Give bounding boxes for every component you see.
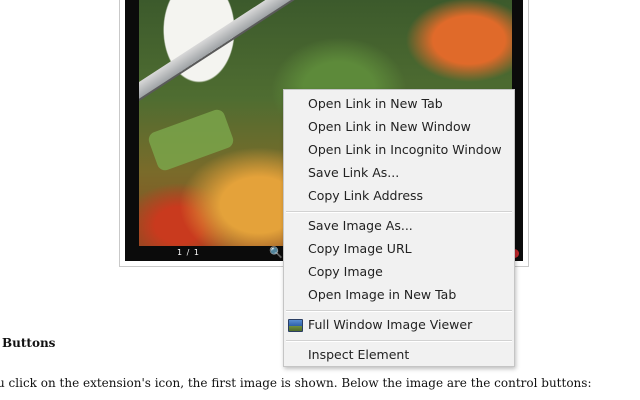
image-viewer-icon bbox=[288, 319, 303, 332]
menu-item-open-link-new-tab[interactable]: Open Link in New Tab bbox=[308, 94, 443, 114]
section-heading: Buttons bbox=[2, 336, 56, 350]
menu-item-copy-link-address[interactable]: Copy Link Address bbox=[308, 186, 423, 206]
body-paragraph: u click on the extension's icon, the fir… bbox=[0, 376, 592, 390]
menu-item-copy-image[interactable]: Copy Image bbox=[308, 262, 383, 282]
menu-item-open-link-incognito[interactable]: Open Link in Incognito Window bbox=[308, 140, 502, 160]
context-menu: Open Link in New Tab Open Link in New Wi… bbox=[283, 89, 515, 367]
magnifier-icon[interactable]: 🔍 bbox=[269, 246, 283, 259]
menu-separator bbox=[286, 211, 512, 213]
menu-item-open-image-new-tab[interactable]: Open Image in New Tab bbox=[308, 285, 456, 305]
menu-item-full-window-image-viewer[interactable]: Full Window Image Viewer bbox=[288, 315, 473, 335]
menu-separator bbox=[286, 340, 512, 342]
menu-item-save-link-as[interactable]: Save Link As... bbox=[308, 163, 399, 183]
menu-separator bbox=[286, 310, 512, 312]
lawn-area bbox=[146, 107, 236, 173]
menu-item-open-link-new-window[interactable]: Open Link in New Window bbox=[308, 117, 471, 137]
menu-item-inspect-element[interactable]: Inspect Element bbox=[308, 345, 409, 365]
menu-item-save-image-as[interactable]: Save Image As... bbox=[308, 216, 413, 236]
image-counter: 1 / 1 bbox=[177, 248, 200, 257]
menu-item-copy-image-url[interactable]: Copy Image URL bbox=[308, 239, 412, 259]
menu-item-label: Full Window Image Viewer bbox=[308, 317, 473, 332]
